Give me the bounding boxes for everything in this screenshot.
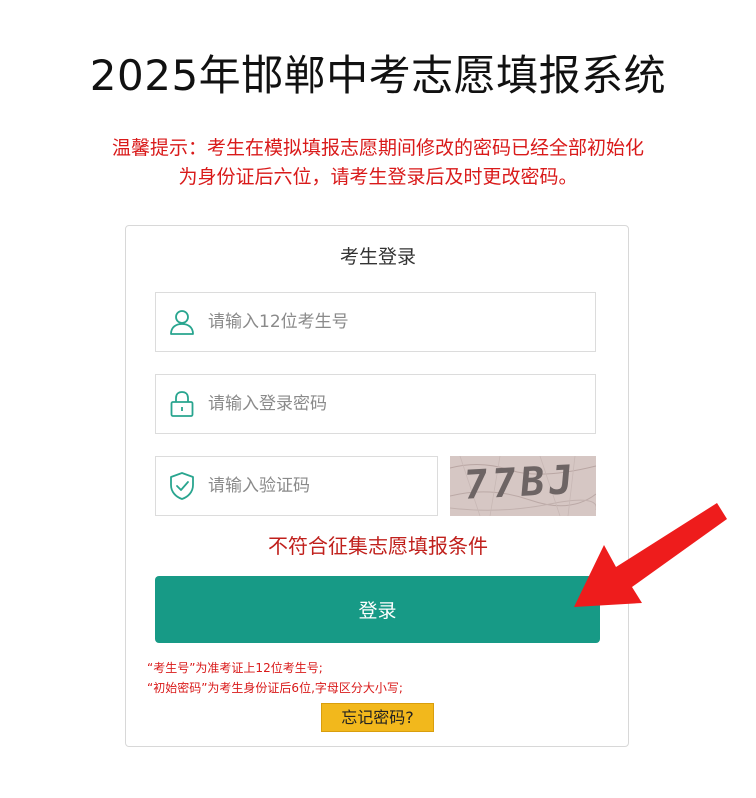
page-title: 2025年邯郸中考志愿填报系统: [89, 51, 667, 100]
student-id-field[interactable]: [155, 292, 596, 352]
forgot-password-button[interactable]: 忘记密码?: [321, 703, 434, 732]
login-card-title: 考生登录: [339, 246, 416, 268]
captcha-input[interactable]: [208, 457, 437, 515]
notice-message: 温馨提示：考生在模拟填报志愿期间修改的密码已经全部初始化 为身份证后六位，请考生…: [60, 134, 696, 192]
login-button[interactable]: 登录: [155, 576, 600, 643]
red-arrow-icon: [574, 503, 727, 607]
student-id-input[interactable]: [208, 293, 595, 351]
password-input[interactable]: [208, 375, 595, 433]
notice-line-2: 为身份证后六位，请考生登录后及时更改密码。: [178, 166, 578, 188]
password-field[interactable]: [155, 374, 596, 434]
captcha-field[interactable]: [155, 456, 438, 516]
lock-icon: [156, 375, 208, 433]
notice-line-1: 温馨提示：考生在模拟填报志愿期间修改的密码已经全部初始化: [111, 137, 644, 159]
student-id-hint: “考生号”为准考证上12位考生号;: [147, 661, 323, 675]
password-hint: “初始密码”为考生身份证后6位,字母区分大小写;: [147, 681, 403, 695]
shield-check-icon: [156, 457, 208, 515]
user-icon: [156, 293, 208, 351]
